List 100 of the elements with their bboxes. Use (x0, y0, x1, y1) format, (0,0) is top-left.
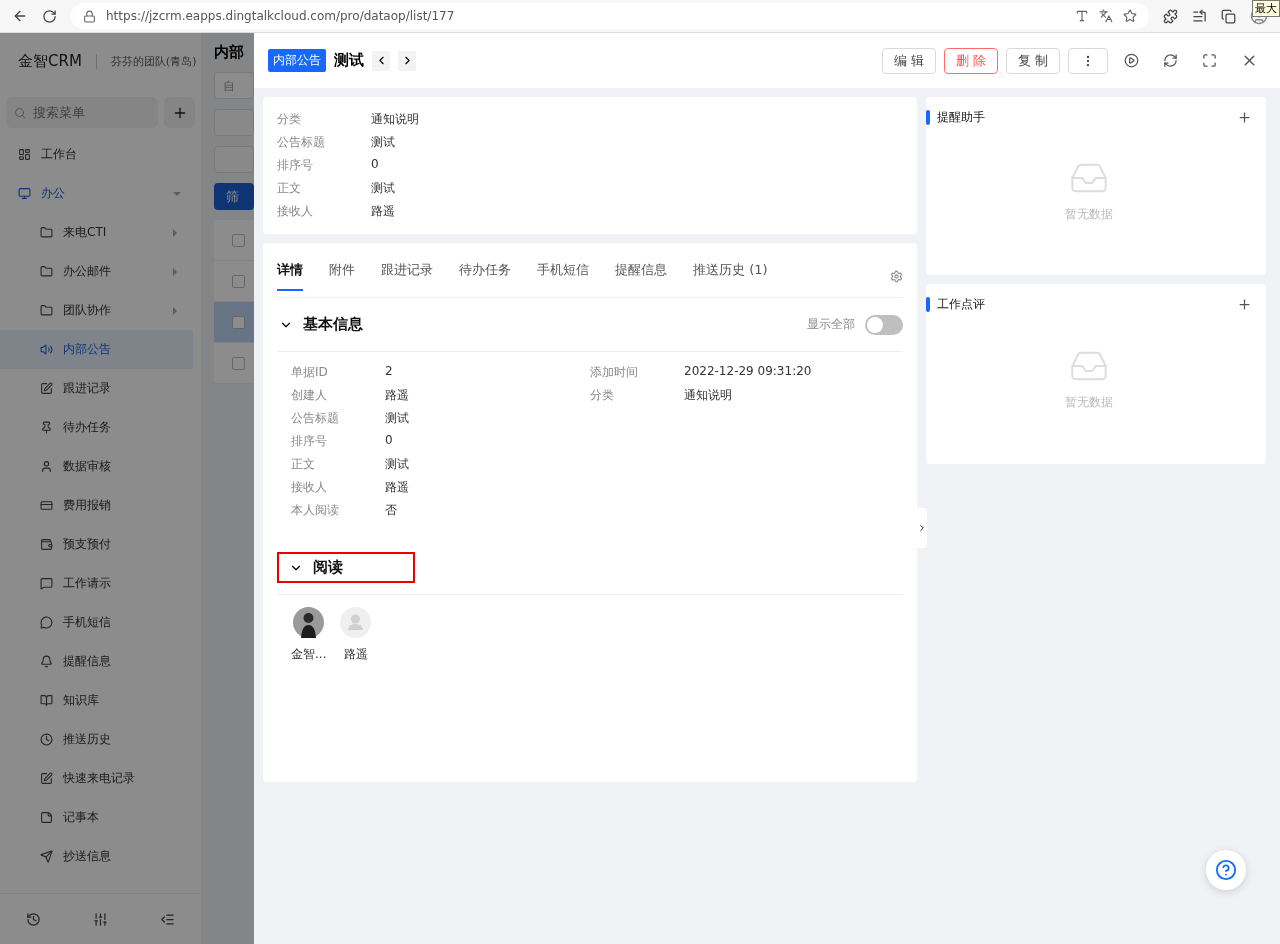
record-title: 测试 (334, 51, 364, 70)
avatar-icon (293, 607, 325, 638)
row-checkbox[interactable] (232, 356, 245, 370)
next-button[interactable] (398, 50, 416, 71)
field-label: 单据ID (291, 364, 329, 381)
menu-item-icon (40, 499, 53, 512)
menu-item[interactable]: 团队协作 (0, 291, 193, 330)
filter-block[interactable] (214, 146, 254, 173)
menu-item-icon (40, 226, 53, 239)
tab[interactable]: 详情 (277, 261, 303, 291)
filter-block[interactable] (214, 109, 254, 136)
menu-item[interactable]: 待办任务 (0, 408, 193, 447)
previous-button[interactable] (372, 50, 390, 71)
field-value: 否 (385, 502, 398, 519)
tab[interactable]: 附件 (329, 261, 355, 291)
row-checkbox[interactable] (232, 315, 245, 329)
panel-title: 提醒助手 (937, 109, 986, 126)
collapse-handle[interactable] (917, 508, 927, 548)
section-header[interactable]: 基本信息 (277, 313, 365, 336)
menu-item[interactable]: 手机短信 (0, 603, 193, 642)
add-icon[interactable] (1237, 110, 1252, 125)
reload-icon (42, 8, 57, 24)
field-value: 通知说明 (371, 111, 420, 128)
menu-item[interactable]: 抄送信息 (0, 837, 193, 876)
filter-button[interactable]: 筛 (214, 183, 254, 210)
avatar-icon (340, 607, 372, 638)
menu-item[interactable]: 来电CTI (0, 213, 193, 252)
menu-item-icon (40, 265, 53, 278)
table-row[interactable] (214, 302, 254, 343)
menu-item[interactable]: 知识库 (0, 681, 193, 720)
lock-icon (83, 9, 96, 23)
field-value: 2022-12-29 09:31:20 (684, 364, 813, 380)
field-value: 测试 (385, 456, 410, 473)
menu-item-icon (40, 850, 53, 863)
type-tag: 内部公告 (268, 49, 326, 72)
menu-item[interactable]: 内部公告 (0, 330, 193, 369)
field-label: 分类 (277, 111, 302, 128)
action-button[interactable]: 删 除 (944, 47, 998, 74)
menu-item[interactable]: 预支预付 (0, 525, 193, 564)
more-button[interactable] (1068, 47, 1108, 74)
menu-item[interactable]: 快速来电记录 (0, 759, 193, 798)
menu-item[interactable]: 跟进记录 (0, 369, 193, 408)
settings-icon[interactable] (890, 269, 903, 283)
menu-item[interactable]: 记事本 (0, 798, 193, 837)
add-button[interactable] (164, 97, 195, 128)
tab[interactable]: 推送历史 (1) (693, 261, 768, 291)
row-checkbox[interactable] (232, 274, 245, 288)
field-label: 公告标题 (277, 134, 326, 151)
menu-item[interactable]: 费用报销 (0, 486, 193, 525)
menu-item[interactable]: 工作请示 (0, 564, 193, 603)
field-label: 公告标题 (291, 410, 340, 427)
row-checkbox[interactable] (232, 233, 245, 247)
field-label: 排序号 (277, 157, 314, 174)
show-all-switch[interactable] (865, 314, 903, 335)
tab[interactable]: 提醒信息 (615, 261, 667, 291)
refresh-icon (1163, 53, 1178, 68)
help-icon (1215, 859, 1237, 881)
back-icon (12, 8, 28, 24)
team-name[interactable]: 芬芬的团队(青岛) (95, 54, 197, 69)
reader-name: 金智... (291, 646, 327, 663)
action-button[interactable]: 复 制 (1006, 47, 1060, 74)
section-header[interactable]: 阅读 (277, 552, 415, 583)
address-bar[interactable]: https://jzcrm.eapps.dingtalkcloud.com/pro/dataop/list/177 (71, 3, 1149, 29)
table-row[interactable] (214, 220, 254, 261)
tooltip: 最大 (1252, 0, 1280, 17)
tab[interactable]: 跟进记录 (381, 261, 433, 291)
action-button[interactable]: 编 辑 (882, 47, 936, 74)
field-value: 路遥 (371, 203, 396, 220)
search-input[interactable]: 搜索菜单 (31, 104, 141, 121)
field-value: 测试 (385, 410, 410, 427)
field-label: 创建人 (291, 387, 328, 404)
field-label: 接收人 (291, 479, 328, 496)
empty-text: 暂无数据 (1065, 206, 1113, 223)
field-value: 测试 (371, 180, 396, 197)
tab[interactable]: 待办任务 (459, 261, 511, 291)
play-icon (1124, 53, 1139, 68)
empty-text: 暂无数据 (1065, 394, 1113, 411)
collapse-icon (160, 911, 175, 927)
menu-item[interactable]: 推送历史 (0, 720, 193, 759)
menu-item[interactable]: 工作台 (0, 135, 193, 174)
add-icon[interactable] (1237, 297, 1252, 312)
translate-icon (1099, 9, 1113, 23)
tab[interactable]: 手机短信 (537, 261, 589, 291)
search-field[interactable]: 搜索菜单 (6, 97, 158, 128)
menu-item-icon (40, 460, 53, 473)
url-text: https://jzcrm.eapps.dingtalkcloud.com/pro/dataop/list/177 (106, 9, 456, 23)
history-icon (26, 911, 41, 927)
field-label: 正文 (291, 456, 316, 473)
menu-item[interactable]: 办公 (0, 174, 193, 213)
menu-item[interactable]: 办公邮件 (0, 252, 193, 291)
menu-item[interactable]: 提醒信息 (0, 642, 193, 681)
chevron-right-icon (917, 523, 927, 533)
table-row[interactable] (214, 343, 254, 384)
table-row[interactable] (214, 261, 254, 302)
sliders-icon (93, 911, 108, 927)
menu-item[interactable]: 数据审核 (0, 447, 193, 486)
field-value: 路遥 (385, 479, 410, 496)
help-button[interactable] (1206, 850, 1246, 890)
field-label: 本人阅读 (291, 502, 340, 519)
field-value: 2 (385, 364, 394, 380)
